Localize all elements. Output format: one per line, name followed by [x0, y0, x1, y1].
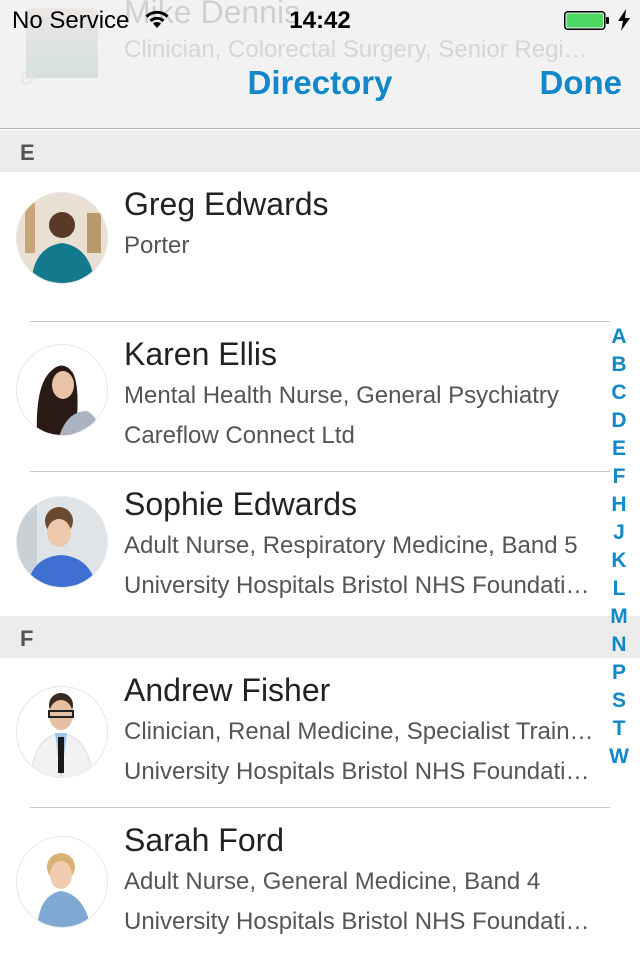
person-photo-icon: [17, 837, 107, 927]
section-letter: E: [20, 140, 35, 165]
index-letter[interactable]: E: [602, 435, 636, 463]
avatar: [16, 686, 108, 778]
contact-role: Adult Nurse, Respiratory Medicine, Band …: [124, 532, 578, 559]
contact-name: Greg Edwards: [124, 186, 329, 222]
person-photo-icon: [17, 345, 107, 435]
status-bar: No Service 14:42: [0, 0, 640, 40]
charging-bolt-icon: [618, 9, 630, 31]
index-letter[interactable]: N: [602, 631, 636, 659]
index-letter[interactable]: S: [602, 687, 636, 715]
navigation-header: Mike Dennis Clinician, Colorectal Surger…: [0, 0, 640, 129]
contact-row[interactable]: Sarah Ford Adult Nurse, General Medicine…: [0, 808, 640, 958]
contact-role: Adult Nurse, General Medicine, Band 4: [124, 868, 541, 895]
battery-icon: [564, 11, 609, 30]
contact-role: Clinician, Renal Medicine, Specialist Tr…: [124, 718, 594, 745]
contact-name: Sarah Ford: [124, 822, 285, 858]
avatar: [16, 344, 108, 436]
avatar: [16, 496, 108, 588]
contact-role: Mental Health Nurse, General Psychiatry: [124, 382, 559, 409]
contact-list[interactable]: E Greg Edwards Porter Karen Ellis Mental…: [0, 130, 640, 958]
person-photo-icon: [17, 497, 107, 587]
index-letter[interactable]: P: [602, 659, 636, 687]
index-letter[interactable]: A: [602, 323, 636, 351]
contact-row[interactable]: Sophie Edwards Adult Nurse, Respiratory …: [0, 472, 640, 616]
contact-organisation: University Hospitals Bristol NHS Foundat…: [124, 908, 590, 935]
contact-organisation: Careflow Connect Ltd: [124, 422, 355, 449]
section-letter: F: [20, 626, 34, 651]
index-letter[interactable]: B: [602, 351, 636, 379]
contact-role: Clinician, Colorectal Surgery, Senior Re…: [124, 36, 588, 63]
index-letter[interactable]: L: [602, 575, 636, 603]
index-letter[interactable]: T: [602, 715, 636, 743]
contact-row[interactable]: Greg Edwards Porter: [0, 172, 640, 322]
contact-role: Porter: [124, 232, 190, 259]
contact-name: Andrew Fisher: [124, 672, 331, 708]
section-header-f: F: [0, 616, 640, 658]
index-letter[interactable]: M: [602, 603, 636, 631]
avatar: [16, 836, 108, 928]
index-letter[interactable]: F: [602, 463, 636, 491]
section-index[interactable]: A B C D E F H J K L M N P S T W: [602, 323, 636, 771]
index-letter[interactable]: W: [602, 743, 636, 771]
avatar: [16, 192, 108, 284]
person-photo-icon: [17, 193, 107, 283]
index-letter[interactable]: J: [602, 519, 636, 547]
contact-row[interactable]: Andrew Fisher Clinician, Renal Medicine,…: [0, 658, 640, 808]
done-button[interactable]: Done: [540, 64, 623, 102]
contact-row[interactable]: Karen Ellis Mental Health Nurse, General…: [0, 322, 640, 472]
contact-name: Sophie Edwards: [124, 486, 358, 522]
section-header-e: E: [0, 130, 640, 172]
index-letter[interactable]: H: [602, 491, 636, 519]
index-letter[interactable]: D: [602, 407, 636, 435]
contact-name: Karen Ellis: [124, 336, 277, 372]
index-letter[interactable]: C: [602, 379, 636, 407]
index-letter[interactable]: K: [602, 547, 636, 575]
person-photo-icon: [17, 687, 107, 777]
contact-organisation: University Hospitals Bristol NHS Foundat…: [124, 572, 590, 599]
clock: 14:42: [289, 7, 351, 34]
contact-organisation: University Hospitals Bristol NHS Foundat…: [124, 758, 590, 785]
